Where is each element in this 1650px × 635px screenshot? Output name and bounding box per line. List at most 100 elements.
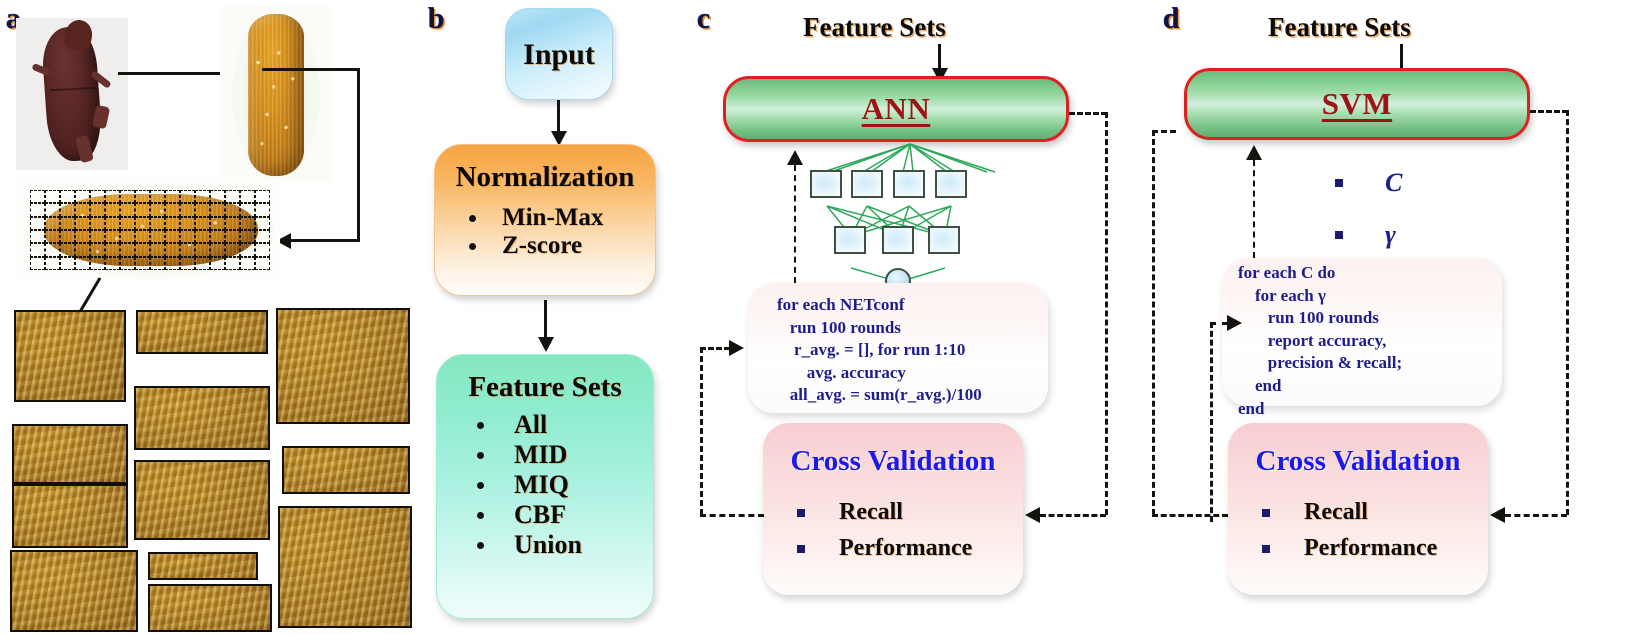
normalization-box[interactable]: Normalization Min-Max Z-score <box>434 144 656 296</box>
feedback-ann-arrow-into-cv <box>1025 507 1040 523</box>
patch-grid-cell <box>30 216 45 230</box>
patch-grid-cell <box>30 203 45 217</box>
patch-grid-cell <box>180 216 195 230</box>
patch-grid-cell <box>75 190 90 204</box>
patch-grid-cell <box>180 256 195 270</box>
patch-grid-cell <box>165 216 180 230</box>
texture-patch <box>148 552 258 580</box>
patch-grid-cell <box>225 256 240 270</box>
patch-grid-cell <box>165 203 180 217</box>
ann-pseudocode-text: for each NETconf run 100 rounds r_avg. =… <box>777 295 982 405</box>
patch-grid-cell <box>105 229 120 244</box>
feedback-svm-inner-left-segment <box>1210 322 1213 522</box>
feedback-ann-into-pseudo-segment <box>700 347 730 350</box>
cross-validation-bullet: Recall <box>1262 499 1488 526</box>
feedback-ann-cv-out-segment <box>700 514 764 517</box>
arrow-weevil-to-kernel-line <box>118 72 230 75</box>
feature-sets-bullet-list: All MID MIQ CBF Union <box>437 404 653 560</box>
weevil-leg <box>91 104 111 130</box>
feedback-svm-outer-top-segment <box>1152 130 1176 133</box>
cross-validation-bullet-label: Recall <box>1304 499 1368 525</box>
feedback-svm-cv-out-segment <box>1152 514 1228 517</box>
patch-grid-cell <box>255 229 270 244</box>
patch-grid-cell <box>165 229 180 244</box>
cross-validation-bullet: Recall <box>797 499 1023 526</box>
svm-classifier-label: SVM <box>1321 86 1393 121</box>
connector-vertical-segment <box>357 68 360 242</box>
feedback-ann-left-segment <box>700 347 703 515</box>
patch-grid-cell <box>255 190 270 204</box>
patch-grid-cell <box>150 190 165 204</box>
texture-patch <box>282 446 410 494</box>
feedback-svm-up-segment <box>1253 160 1255 258</box>
patch-grid-cell <box>240 256 255 270</box>
ann-network-links <box>822 143 996 282</box>
patch-grid-cell <box>135 256 150 270</box>
patch-grid-cell <box>30 243 45 257</box>
feature-set-bullet-label: MID <box>514 440 568 469</box>
bullet-marker-icon <box>469 214 476 222</box>
patch-grid-cell <box>105 216 120 230</box>
patch-grid-cell <box>45 190 60 204</box>
ann-classifier-box[interactable]: ANN <box>723 76 1069 142</box>
feature-set-bullet: MIQ <box>477 470 653 500</box>
patch-grid-cell <box>210 243 225 257</box>
patch-grid-cell <box>180 190 195 204</box>
ann-output-node <box>882 226 914 254</box>
bullet-marker-icon <box>469 242 476 250</box>
patch-grid-cell <box>30 229 45 244</box>
texture-patch <box>134 460 270 540</box>
feature-set-bullet: Union <box>477 530 653 560</box>
patch-grid-cell <box>150 216 165 230</box>
patch-grid-cell <box>225 190 240 204</box>
cross-validation-box-svm[interactable]: Cross Validation Recall Performance <box>1228 423 1488 595</box>
patch-grid-cell <box>75 203 90 217</box>
input-box[interactable]: Input <box>505 8 613 100</box>
patch-grid-cell <box>120 229 135 244</box>
bullet-marker-icon <box>477 511 484 519</box>
patch-grid-cell <box>210 256 225 270</box>
feature-set-bullet-label: All <box>514 410 548 439</box>
bullet-marker-icon <box>797 508 805 517</box>
patch-grid-cell <box>225 229 240 244</box>
patch-grid-cell <box>60 256 75 270</box>
feedback-svm-bottom-segment <box>1505 514 1567 517</box>
patch-grid-cell <box>240 243 255 257</box>
patch-grid-cell <box>255 256 270 270</box>
patch-grid-cell <box>240 203 255 217</box>
patch-grid-cell <box>255 216 270 230</box>
patch-grid-cell <box>210 203 225 217</box>
patch-grid-cell <box>240 190 255 204</box>
texture-patch <box>10 550 138 632</box>
cross-validation-box-ann[interactable]: Cross Validation Recall Performance <box>763 423 1023 595</box>
feature-set-bullet-label: CBF <box>514 500 566 529</box>
cross-validation-title-ann: Cross Validation <box>790 445 996 477</box>
patch-grid-cell <box>120 203 135 217</box>
patch-grid-cell <box>60 229 75 244</box>
svm-classifier-box[interactable]: SVM <box>1184 68 1530 140</box>
feedback-svm-into-pseudo-segment <box>1210 322 1228 325</box>
texture-patch <box>276 308 410 424</box>
feature-sets-box[interactable]: Feature Sets All MID MIQ CBF Union <box>436 354 654 619</box>
texture-patch <box>136 310 268 354</box>
patch-grid-cell <box>195 216 210 230</box>
figure-root: a b Input Normalization Min-Max Z-score … <box>0 0 1650 635</box>
normalization-bullet-label: Z-score <box>502 232 583 259</box>
feedback-ann-right-segment <box>1105 112 1108 515</box>
patch-grid-cell <box>90 243 105 257</box>
feedback-ann-arrow-into-classifier <box>787 150 803 165</box>
patch-grid-cell <box>105 203 120 217</box>
feedback-ann-top-segment <box>1069 112 1107 115</box>
rice-kernel-with-grid-overlay <box>18 178 280 282</box>
patch-grid-cell <box>45 216 60 230</box>
patch-grid-cell <box>150 229 165 244</box>
normalization-bullet-list: Min-Max Z-score <box>435 194 655 260</box>
panel-label-b: b <box>428 2 445 35</box>
svm-parameter-list: Cγ <box>1335 168 1402 272</box>
texture-patch <box>134 386 270 450</box>
patch-grid-cell <box>75 216 90 230</box>
patch-grid-cell <box>105 243 120 257</box>
feature-set-bullet: CBF <box>477 500 653 530</box>
patch-grid-cell <box>135 216 150 230</box>
patch-grid-cell <box>165 256 180 270</box>
